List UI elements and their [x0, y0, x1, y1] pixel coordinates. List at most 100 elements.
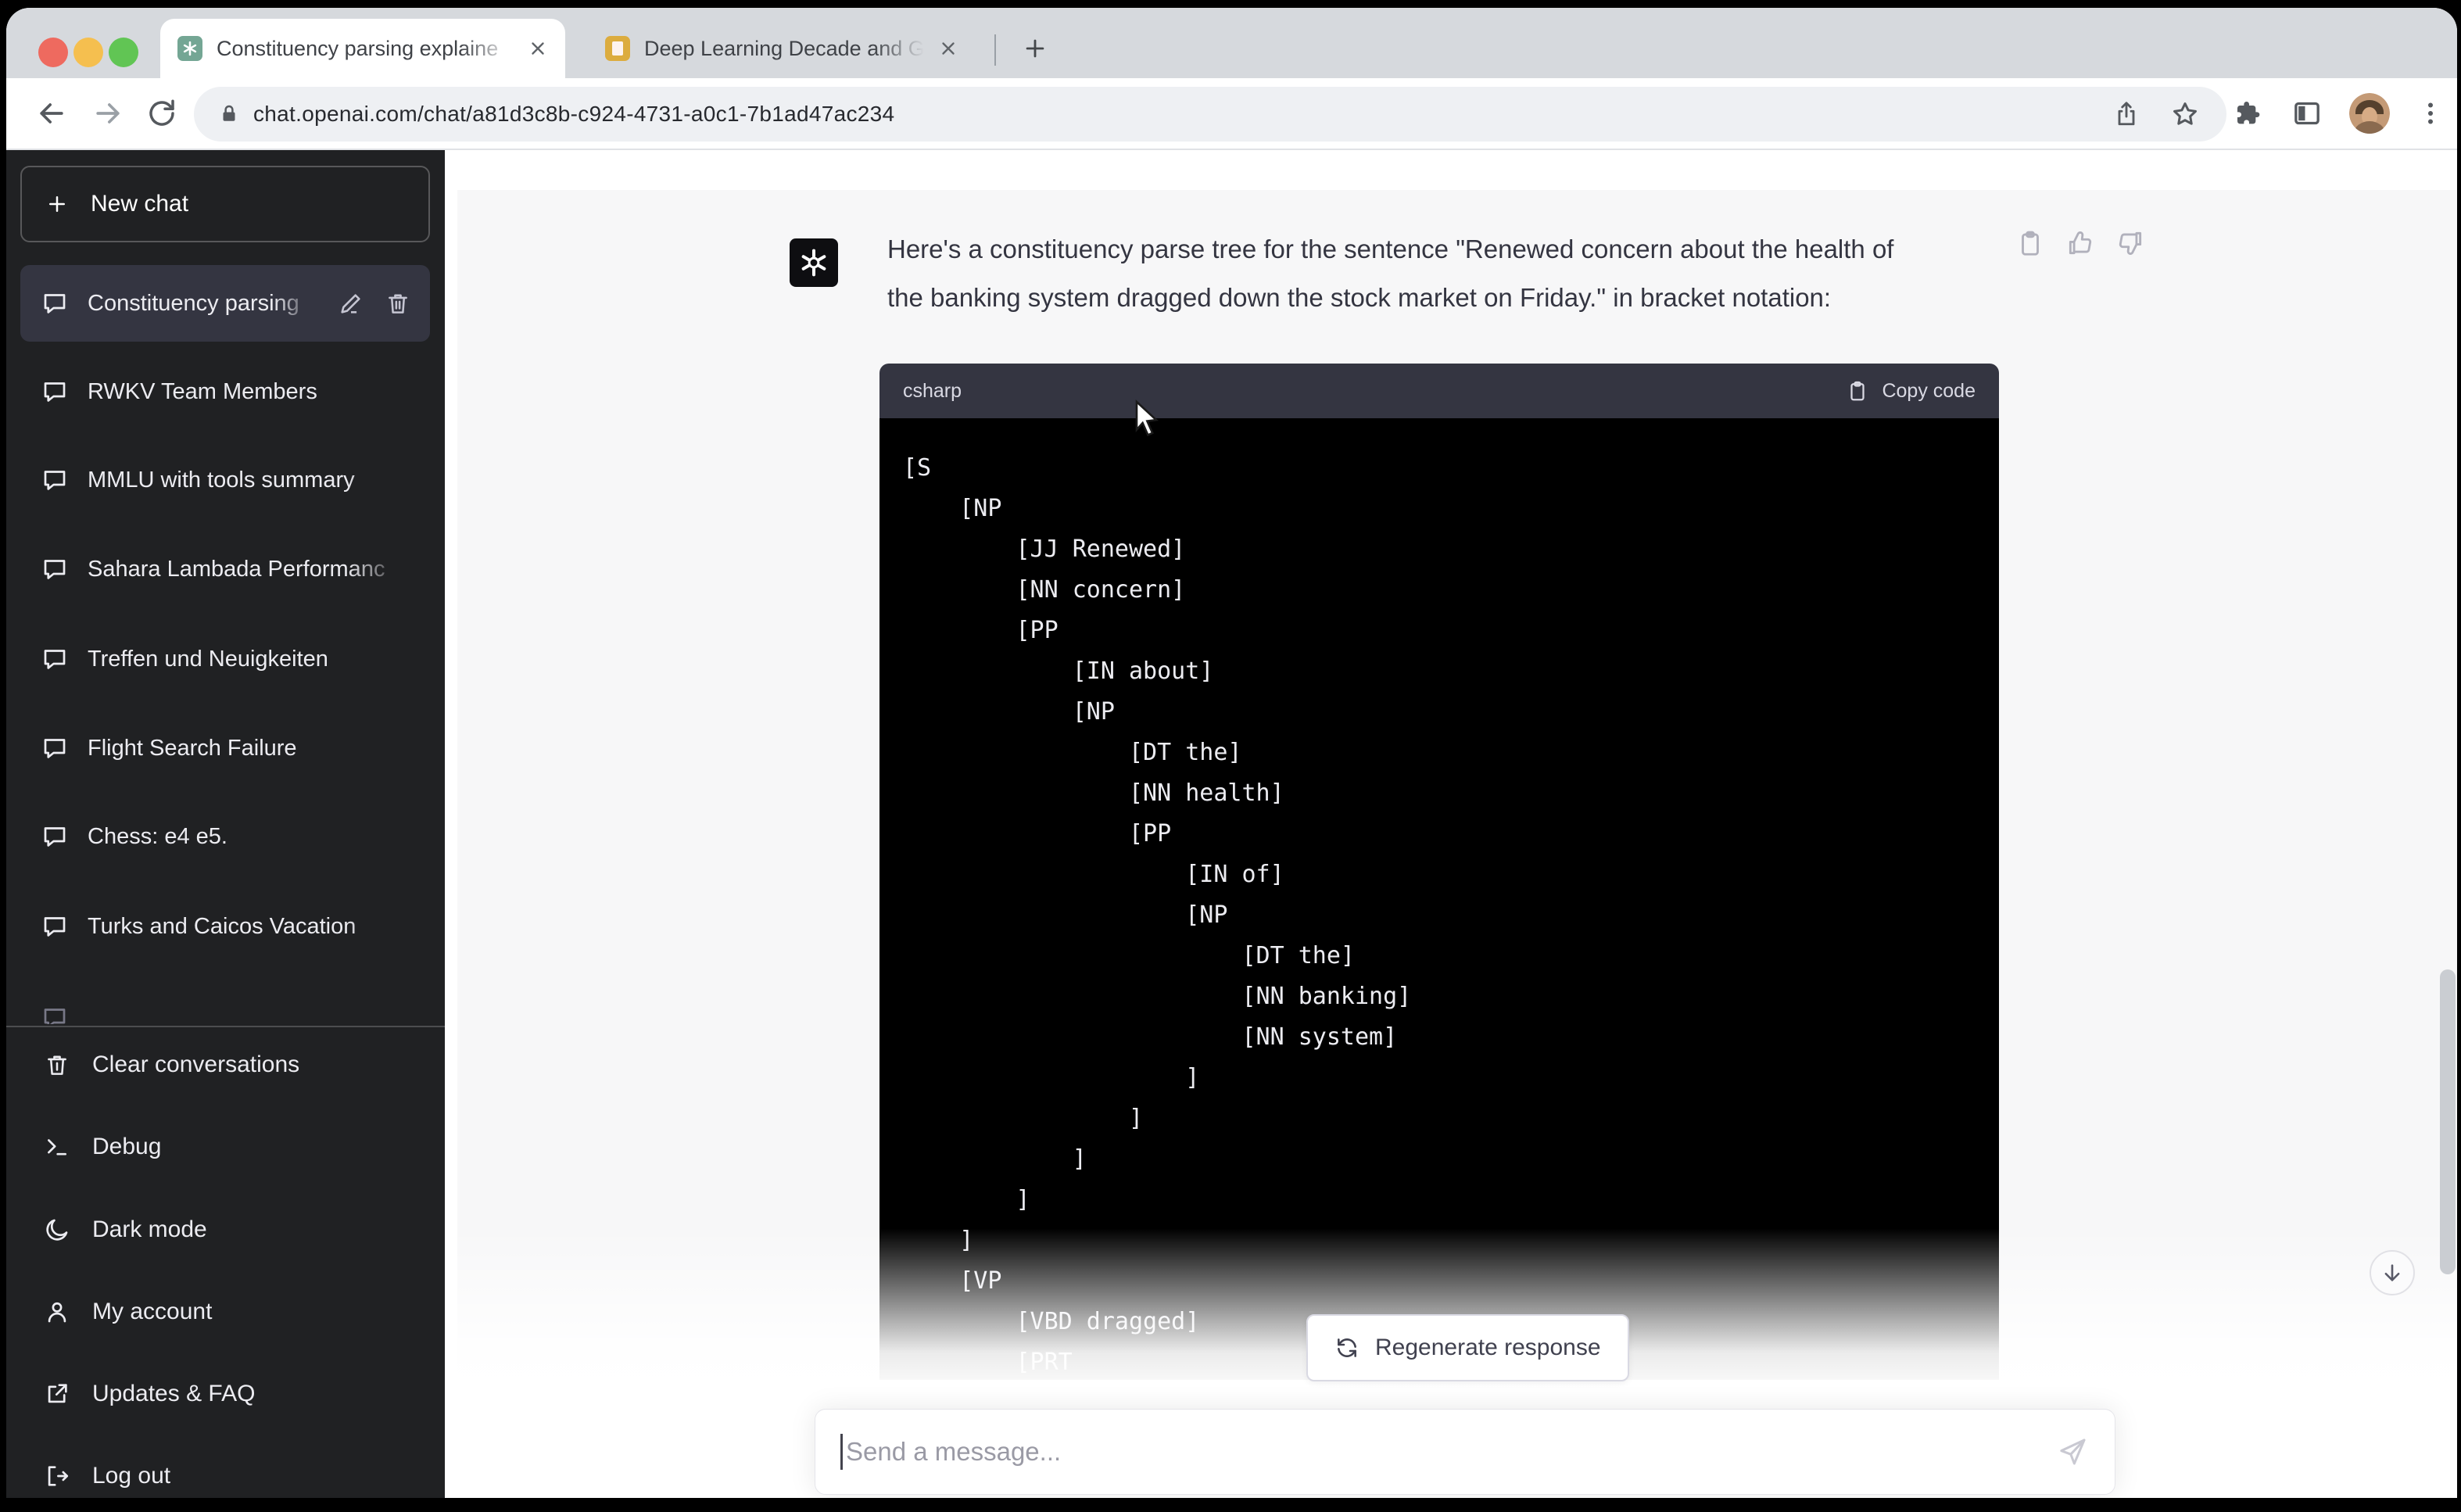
document-favicon-icon [605, 36, 630, 61]
sidebar-item-sahara[interactable]: Sahara Lambada Performanc [20, 531, 430, 607]
plus-icon [45, 192, 69, 216]
sidebar-gutter [445, 150, 457, 1498]
regenerate-label: Regenerate response [1375, 1335, 1601, 1361]
thumbs-up-icon[interactable] [2065, 228, 2095, 258]
message-actions [2015, 228, 2145, 258]
new-chat-label: New chat [91, 191, 188, 217]
chat-bubble-icon [41, 645, 69, 673]
copy-code-button[interactable]: Copy code [1846, 379, 1976, 403]
chat-bubble-icon [41, 912, 69, 941]
edit-pencil-icon[interactable] [338, 290, 364, 317]
chat-bubble-icon [41, 466, 69, 494]
reload-button[interactable] [145, 97, 178, 130]
address-bar[interactable]: chat.openai.com/chat/a81d3c8b-c924-4731-… [194, 87, 2226, 142]
chat-title: Flight Search Failure [88, 736, 411, 761]
copy-code-label: Copy code [1882, 380, 1976, 403]
code-block: csharp Copy code [S [NP [JJ Renewed] [NN… [879, 364, 1999, 1380]
back-button[interactable] [34, 96, 69, 131]
sidebar-item-rwkv[interactable]: RWKV Team Members [20, 353, 430, 430]
moon-icon [44, 1216, 70, 1243]
code-block-body: [S [NP [JJ Renewed] [NN concern] [PP [IN… [879, 418, 1999, 1380]
sidebar-item-my-account[interactable]: My account [20, 1276, 430, 1348]
chat-main: Here's a constituency parse tree for the… [457, 150, 2457, 1498]
extensions-puzzle-icon[interactable] [2234, 98, 2265, 129]
footer-label: Dark mode [92, 1216, 207, 1243]
chatgpt-logo-avatar [790, 238, 838, 287]
forward-button[interactable] [91, 96, 125, 131]
sidebar-item-turks[interactable]: Turks and Caicos Vacation [20, 888, 430, 965]
bookmark-star-icon[interactable] [2170, 99, 2200, 129]
chat-bubble-icon [41, 289, 69, 317]
chat-title: RWKV Team Members [88, 379, 411, 405]
window-close-button[interactable] [38, 38, 68, 67]
footer-label: Debug [92, 1134, 161, 1160]
tab-title: Deep Learning Decade and GP [644, 37, 924, 61]
chat-title: Treffen und Neuigkeiten [88, 647, 411, 672]
thumbs-down-icon[interactable] [2115, 228, 2145, 258]
sidebar-item-flight[interactable]: Flight Search Failure [20, 710, 430, 786]
external-link-icon [44, 1381, 70, 1407]
message-line: the banking system dragged down the stoc… [887, 274, 2076, 322]
message-input[interactable] [843, 1437, 2057, 1467]
browser-toolbar: chat.openai.com/chat/a81d3c8b-c924-4731-… [6, 78, 2457, 150]
tab-strip: Constituency parsing explaine Deep Learn… [6, 8, 2457, 78]
sidebar-item-updates-faq[interactable]: Updates & FAQ [20, 1358, 430, 1430]
scroll-to-bottom-button[interactable] [2370, 1250, 2415, 1295]
tab-constituency-parsing[interactable]: Constituency parsing explaine [160, 19, 565, 78]
scrollbar-thumb[interactable] [2440, 969, 2456, 1274]
chat-bubble-icon [41, 555, 69, 583]
sidebar-item-constituency-parsing[interactable]: Constituency parsing [20, 265, 430, 342]
send-icon[interactable] [2057, 1436, 2088, 1467]
footer-label: My account [92, 1299, 212, 1325]
browser-menu-icon[interactable] [2416, 99, 2445, 127]
code-language-label: csharp [903, 380, 962, 403]
terminal-icon [44, 1134, 70, 1160]
regenerate-response-button[interactable]: Regenerate response [1306, 1314, 1629, 1381]
sidebar-item-log-out[interactable]: Log out [20, 1440, 430, 1498]
chat-title: Chess: e4 e5. [88, 824, 411, 850]
lock-icon [217, 102, 241, 126]
sidebar-item-clipped [41, 1004, 69, 1024]
browser-window: Constituency parsing explaine Deep Learn… [6, 8, 2457, 1498]
code-content: [S [NP [JJ Renewed] [NN concern] [PP [IN… [879, 418, 1999, 1380]
copy-message-icon[interactable] [2015, 228, 2045, 258]
footer-label: Clear conversations [92, 1052, 299, 1078]
share-icon[interactable] [2112, 100, 2140, 128]
sidebar-item-clear-conversations[interactable]: Clear conversations [20, 1029, 430, 1101]
sidebar-item-dark-mode[interactable]: Dark mode [20, 1194, 430, 1266]
message-line: Here's a constituency parse tree for the… [887, 225, 2076, 274]
message-input-box[interactable] [815, 1409, 2115, 1495]
delete-trash-icon[interactable] [385, 290, 411, 317]
tab-separator [994, 34, 996, 66]
chat-bubble-icon [41, 734, 69, 762]
sidebar-divider [6, 1026, 445, 1027]
profile-avatar[interactable] [2349, 93, 2390, 134]
sidebar-item-debug[interactable]: Debug [20, 1111, 430, 1183]
chat-title: Constituency parsing [88, 291, 319, 317]
side-panel-icon[interactable] [2291, 98, 2323, 129]
logout-icon [44, 1463, 70, 1489]
sidebar-item-chess[interactable]: Chess: e4 e5. [20, 798, 430, 875]
tab-close-icon[interactable] [938, 38, 958, 59]
chatgpt-favicon-icon [177, 36, 202, 61]
window-zoom-button[interactable] [109, 38, 138, 67]
user-icon [44, 1299, 70, 1325]
footer-label: Updates & FAQ [92, 1381, 255, 1407]
chat-bubble-icon [41, 378, 69, 406]
sidebar-item-treffen[interactable]: Treffen und Neuigkeiten [20, 621, 430, 697]
new-chat-button[interactable]: New chat [20, 166, 430, 242]
sidebar-item-mmlu[interactable]: MMLU with tools summary [20, 442, 430, 518]
window-minimize-button[interactable] [73, 38, 103, 67]
chat-title: Turks and Caicos Vacation [88, 914, 411, 940]
trash-icon [44, 1052, 70, 1078]
tab-title: Constituency parsing explaine [217, 37, 514, 61]
tab-close-icon[interactable] [528, 38, 548, 59]
assistant-message-text: Here's a constituency parse tree for the… [887, 225, 2076, 322]
code-block-header: csharp Copy code [879, 364, 1999, 418]
chat-title: MMLU with tools summary [88, 468, 411, 493]
new-tab-button[interactable] [1010, 23, 1060, 73]
sidebar: New chat Constituency parsing [6, 150, 445, 1498]
tab-deep-learning[interactable]: Deep Learning Decade and GP [588, 19, 976, 78]
url-text: chat.openai.com/chat/a81d3c8b-c924-4731-… [253, 102, 894, 127]
chat-title: Sahara Lambada Performanc [88, 557, 411, 582]
